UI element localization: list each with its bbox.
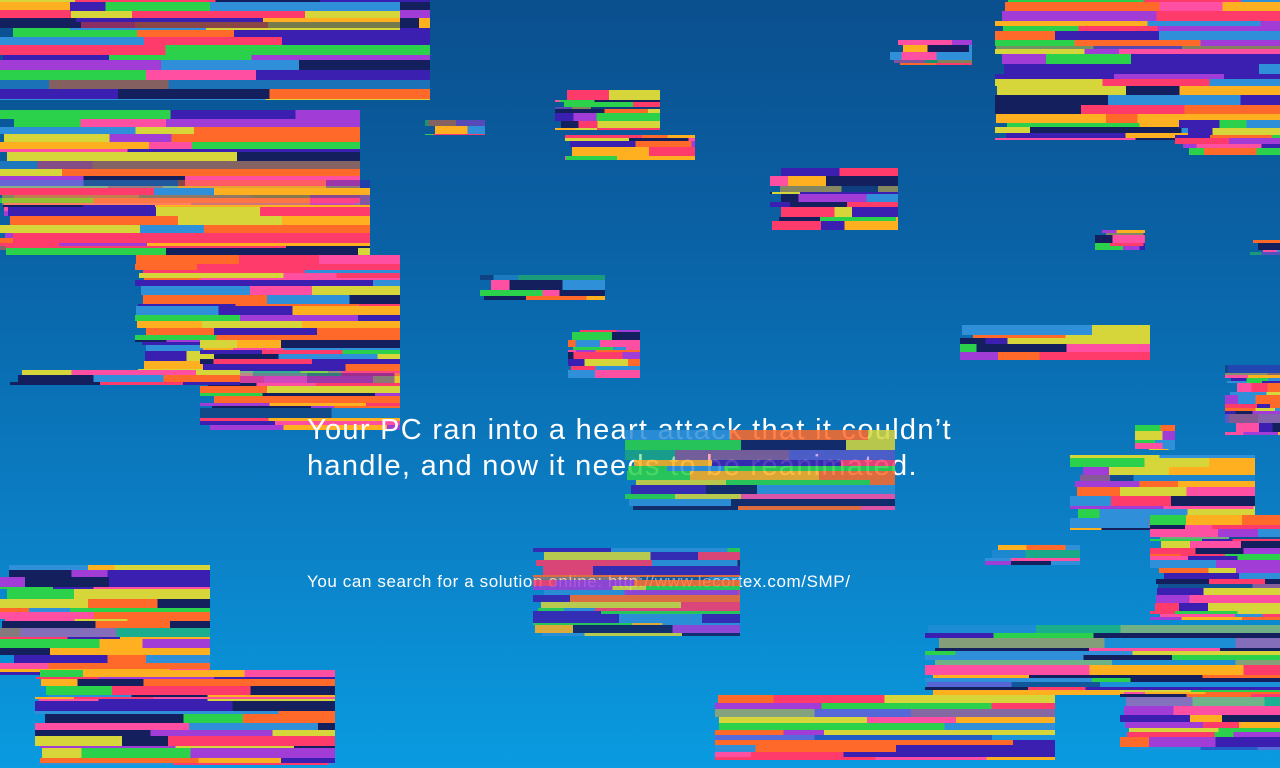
glitch-block [533, 548, 740, 636]
glitch-block [925, 625, 1280, 695]
glitch-block [1120, 690, 1280, 750]
glitch-block [480, 275, 605, 300]
glitch-block [1135, 425, 1175, 450]
glitch-block [625, 430, 895, 510]
glitch-block [70, 0, 400, 30]
glitch-block [555, 90, 660, 130]
glitch-block [985, 545, 1080, 565]
glitch-block [35, 670, 335, 765]
glitch-block [890, 40, 972, 65]
glitch-block [995, 0, 1280, 140]
glitch-block [1225, 365, 1280, 435]
glitch-block [0, 180, 370, 255]
glitch-block [565, 135, 695, 160]
glitch-block [0, 565, 210, 675]
glitch-block [425, 120, 485, 135]
glitch-block [568, 330, 640, 378]
glitch-artifacts [0, 0, 1280, 768]
glitch-block [1250, 240, 1280, 255]
glitch-block [715, 695, 1055, 760]
glitch-block [1095, 230, 1145, 250]
glitch-block [770, 168, 898, 230]
glitch-block [960, 325, 1150, 360]
glitch-block [1175, 120, 1280, 155]
glitch-block [1150, 515, 1280, 620]
glitch-block [10, 370, 240, 385]
